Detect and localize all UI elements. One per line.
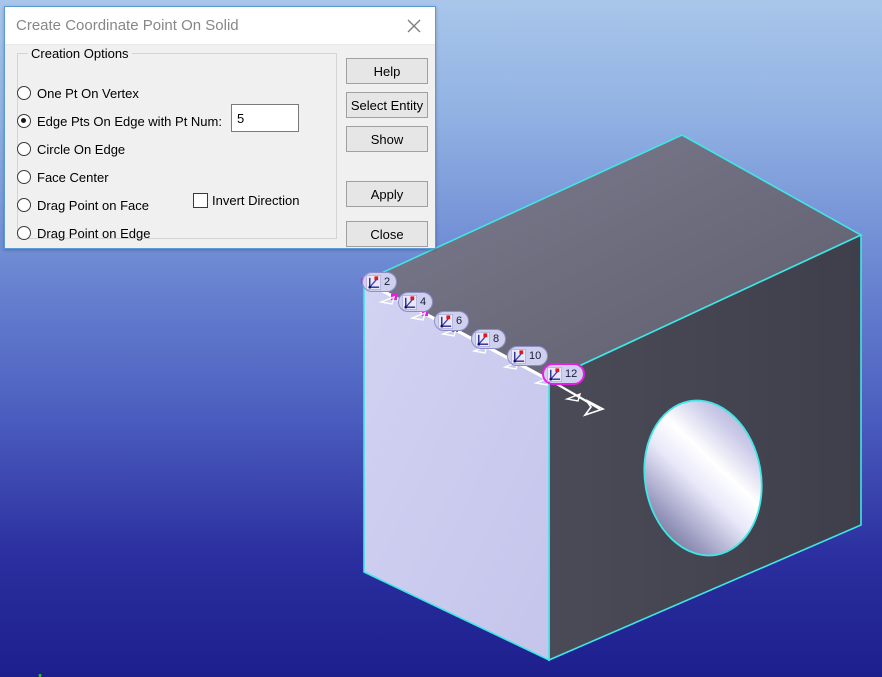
point-tag-6[interactable]: 6 — [434, 311, 470, 331]
radio-indicator[interactable] — [17, 226, 31, 240]
point-tag-12[interactable]: 12 — [543, 364, 585, 384]
radio-indicator[interactable] — [17, 142, 31, 156]
coordinate-system-icon — [402, 294, 417, 310]
radio-indicator[interactable] — [17, 170, 31, 184]
coordinate-system-icon — [366, 274, 381, 290]
invert-direction-label: Invert Direction — [212, 193, 300, 208]
show-button[interactable]: Show — [346, 126, 428, 152]
option-label: Circle On Edge — [37, 141, 126, 157]
coordinate-system-icon — [511, 348, 526, 364]
apply-button[interactable]: Apply — [346, 181, 428, 207]
point-tag-label: 12 — [565, 367, 578, 380]
option-label: One Pt On Vertex — [37, 85, 139, 101]
radio-drag-point-on-face[interactable]: Drag Point on Face — [17, 196, 149, 214]
close-button[interactable]: Close — [346, 221, 428, 247]
close-icon[interactable] — [399, 12, 429, 39]
point-tag-label: 10 — [529, 349, 542, 362]
help-button[interactable]: Help — [346, 58, 428, 84]
invert-direction-checkbox[interactable] — [193, 193, 208, 208]
select-entity-button[interactable]: Select Entity — [346, 92, 428, 118]
coordinate-system-icon — [438, 313, 453, 329]
dialog-titlebar[interactable]: Create Coordinate Point On Solid — [5, 7, 435, 45]
point-tag-4[interactable]: 4 — [398, 292, 434, 312]
coordinate-system-icon — [547, 366, 562, 382]
invert-direction-checkbox-row[interactable]: Invert Direction — [193, 193, 299, 208]
pt-num-input[interactable] — [231, 104, 299, 132]
option-label: Face Center — [37, 169, 109, 185]
radio-drag-point-on-edge[interactable]: Drag Point on Edge — [17, 224, 150, 242]
radio-indicator[interactable] — [17, 86, 31, 100]
point-tag-10[interactable]: 10 — [507, 346, 549, 366]
radio-indicator[interactable] — [17, 198, 31, 212]
radio-circle-on-edge[interactable]: Circle On Edge — [17, 140, 125, 158]
point-tag-label: 6 — [456, 314, 463, 327]
point-tag-2[interactable]: 2 — [362, 272, 398, 292]
point-tag-label: 2 — [384, 275, 391, 288]
dialog-title: Create Coordinate Point On Solid — [16, 17, 239, 34]
radio-face-center[interactable]: Face Center — [17, 168, 109, 186]
point-tag-label: 4 — [420, 295, 427, 308]
radio-edge-pts-on-edge[interactable]: Edge Pts On Edge with Pt Num: — [17, 112, 222, 130]
point-tag-label: 8 — [493, 332, 500, 345]
creation-options-legend: Creation Options — [28, 46, 132, 61]
option-label: Edge Pts On Edge with Pt Num: — [37, 113, 222, 129]
option-label: Drag Point on Edge — [37, 225, 151, 241]
create-coordinate-point-dialog: Create Coordinate Point On Solid Creatio… — [4, 6, 436, 249]
radio-one-pt-on-vertex[interactable]: One Pt On Vertex — [17, 84, 139, 102]
point-tag-8[interactable]: 8 — [471, 329, 507, 349]
coordinate-system-icon — [475, 331, 490, 347]
radio-indicator[interactable] — [17, 114, 31, 128]
option-label: Drag Point on Face — [37, 197, 150, 213]
